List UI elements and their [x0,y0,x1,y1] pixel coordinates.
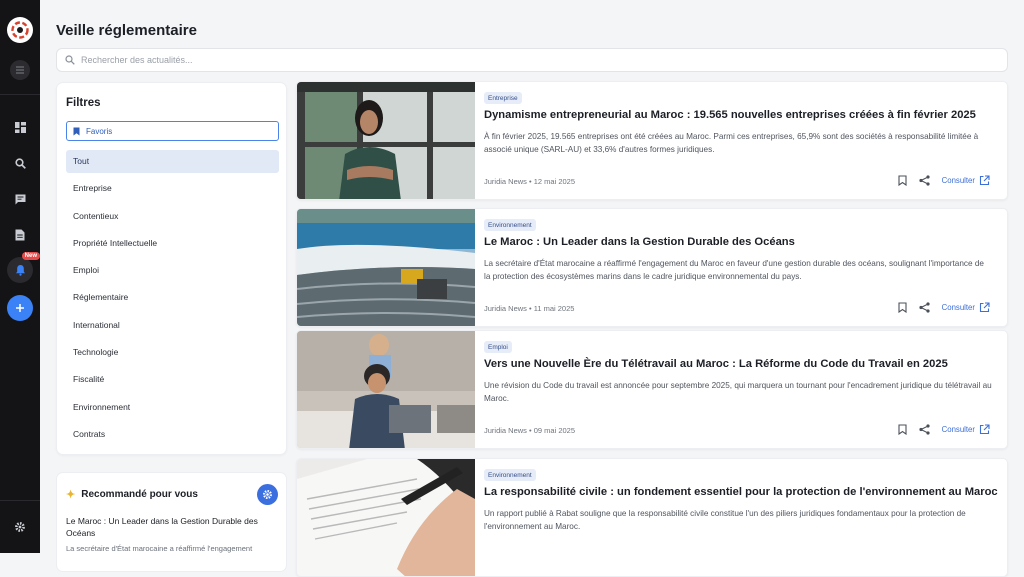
article-meta: Juridia News • 11 mai 2025 [484,304,575,313]
filter-list: Tout Entreprise Contentieux Propriété In… [66,150,279,450]
settings-icon[interactable] [0,500,40,553]
share-icon[interactable] [919,302,930,313]
recommended-item-title[interactable]: Le Maroc : Un Leader dans la Gestion Dur… [66,515,281,539]
category-tag: Entreprise [484,92,522,104]
filter-item-contrats[interactable]: Contrats [66,423,279,446]
recommended-settings-button[interactable] [257,484,278,505]
article-image [297,331,475,448]
article-body: Environnement La responsabilité civile :… [484,459,1000,576]
filters-title: Filtres [66,97,101,109]
article-actions: Consulter [898,175,990,186]
article-image [297,82,475,199]
search-icon [65,55,75,65]
bookmark-icon [73,127,80,135]
add-button[interactable] [7,295,33,321]
recommended-item-excerpt: La secrétaire d'État marocaine a réaffir… [66,544,253,553]
article-meta: Juridia News • 12 mai 2025 [484,177,576,186]
search-input[interactable] [81,55,881,65]
consult-label: Consulter [941,176,975,185]
chat-icon[interactable] [0,181,40,217]
bookmark-icon[interactable] [898,302,907,313]
filter-item-contentieux[interactable]: Contentieux [66,205,279,228]
bookmark-icon[interactable] [898,424,907,435]
main-content: Veille réglementaire Filtres Favoris Tou… [40,0,1024,577]
recommended-header: ✦ Recommandé pour vous [66,488,198,501]
article-description: La secrétaire d'État marocaine a réaffir… [484,259,984,281]
article-card[interactable]: Environnement La responsabilité civile :… [296,458,1008,577]
recommended-title: Recommandé pour vous [81,489,198,500]
article-actions: Consulter [898,302,990,313]
share-icon[interactable] [919,175,930,186]
filter-item-reglementaire[interactable]: Réglementaire [66,286,279,309]
filters-panel: Filtres Favoris Tout Entreprise Contenti… [56,82,287,455]
article-title[interactable]: Vers une Nouvelle Ère du Télétravail au … [484,358,1000,370]
document-icon[interactable] [0,217,40,253]
filter-item-propriete-intellectuelle[interactable]: Propriété Intellectuelle [66,232,279,255]
app-logo[interactable] [7,17,33,43]
filter-item-emploi[interactable]: Emploi [66,259,279,282]
article-meta: Juridia News • 09 mai 2025 [484,426,576,435]
category-tag: Environnement [484,219,536,231]
page-title: Veille réglementaire [56,22,197,39]
article-card[interactable]: Environnement Le Maroc : Un Leader dans … [296,208,1008,327]
consult-link[interactable]: Consulter [942,302,990,313]
category-tag: Environnement [484,469,536,481]
article-title[interactable]: La responsabilité civile : un fondement … [484,486,1000,498]
filter-item-fiscalite[interactable]: Fiscalité [66,368,279,391]
article-image [297,209,475,326]
share-icon[interactable] [919,424,930,435]
sparkle-icon: ✦ [66,489,76,501]
article-description: Une révision du Code du travail est anno… [484,381,992,403]
consult-link[interactable]: Consulter [942,424,990,435]
filter-item-technologie[interactable]: Technologie [66,341,279,364]
filter-item-tout[interactable]: Tout [66,150,279,173]
article-card[interactable]: Emploi Vers une Nouvelle Ère du Télétrav… [296,330,1008,449]
external-link-icon [979,302,990,313]
search-bar[interactable] [56,48,1008,72]
article-description: Un rapport publié à Rabat souligne que l… [484,509,966,531]
article-title[interactable]: Le Maroc : Un Leader dans la Gestion Dur… [484,236,1000,248]
article-body: Emploi Vers une Nouvelle Ère du Télétrav… [484,331,1000,448]
nav-rail: New [0,0,40,553]
category-tag: Emploi [484,341,512,353]
filter-item-international[interactable]: International [66,314,279,337]
gear-icon [263,490,272,499]
consult-link[interactable]: Consulter [942,175,990,186]
article-image [297,459,475,576]
dashboard-icon[interactable] [0,109,40,145]
favorites-button[interactable]: Favoris [66,121,279,141]
article-actions: Consulter [898,424,990,435]
notifications-bell-icon[interactable]: New [7,252,40,283]
rail-divider [0,94,40,95]
favorites-label: Favoris [86,126,113,136]
filter-item-environnement[interactable]: Environnement [66,396,279,419]
article-title[interactable]: Dynamisme entrepreneurial au Maroc : 19.… [484,109,1000,121]
external-link-icon [979,175,990,186]
article-card[interactable]: Entreprise Dynamisme entrepreneurial au … [296,81,1008,200]
filter-item-entreprise[interactable]: Entreprise [66,177,279,200]
menu-icon[interactable] [10,60,30,80]
article-description: À fin février 2025, 19.565 entreprises o… [484,132,979,154]
consult-label: Consulter [941,425,975,434]
bookmark-icon[interactable] [898,175,907,186]
article-body: Entreprise Dynamisme entrepreneurial au … [484,82,1000,199]
new-badge: New [21,252,40,260]
search-icon[interactable] [0,145,40,181]
recommended-panel: ✦ Recommandé pour vous Le Maroc : Un Lea… [56,472,287,572]
external-link-icon [979,424,990,435]
article-body: Environnement Le Maroc : Un Leader dans … [484,209,1000,326]
consult-label: Consulter [941,303,975,312]
